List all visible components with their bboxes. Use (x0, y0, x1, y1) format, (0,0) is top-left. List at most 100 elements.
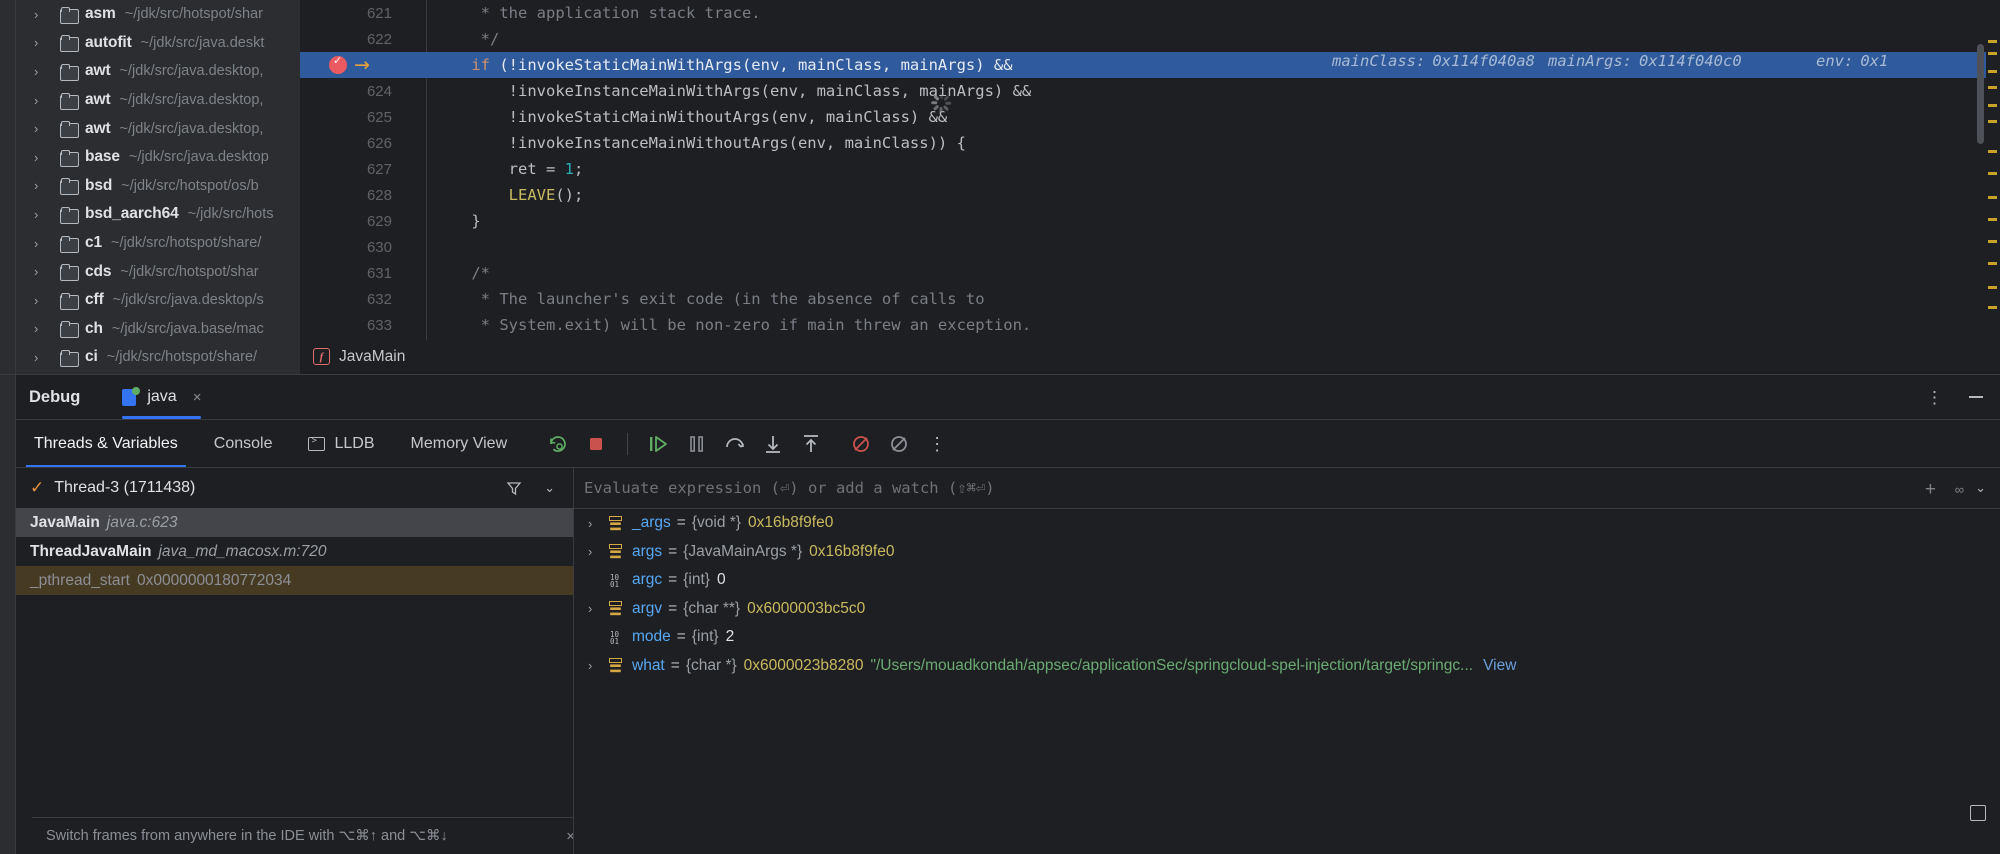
error-stripe-mark[interactable] (1988, 86, 1997, 89)
frame-row[interactable]: ThreadJavaMain java_md_macosx.m:720 (16, 537, 573, 566)
tab-memory-view[interactable]: Memory View (393, 420, 526, 468)
tab-lldb[interactable]: LLDB (290, 420, 392, 468)
code-line[interactable]: 628 LEAVE(); (300, 182, 2000, 208)
variable-row[interactable]: ›1001mode={int}2 (574, 623, 2000, 652)
chevron-right-icon[interactable]: › (34, 351, 52, 364)
error-stripe-mark[interactable] (1988, 70, 1997, 73)
chevron-right-icon[interactable]: › (34, 294, 52, 307)
project-tree[interactable]: › asm ~/jdk/src/hotspot/shar › autofit ~/jdk/… (16, 0, 300, 375)
filter-icon[interactable] (506, 480, 522, 496)
frame-row[interactable]: JavaMain java.c:623 (16, 508, 573, 537)
variable-row[interactable]: › what = {char *} 0x6000023b8280 "/Users/moua… (574, 652, 2000, 681)
code-line[interactable]: 633 * System.exit) will be non-zero if m… (300, 312, 2000, 338)
inline-hint-env[interactable]: env: 0x1 (1816, 48, 1888, 74)
tree-item[interactable]: › bsd_aarch64 ~/jdk/src/hots (16, 200, 300, 229)
error-stripe-mark[interactable] (1988, 218, 1997, 221)
more-actions-icon[interactable]: ⋮ (921, 428, 953, 460)
chevron-right-icon[interactable]: › (34, 265, 52, 278)
frames-list[interactable]: JavaMain java.c:623 ThreadJavaMain java_md_… (16, 508, 573, 595)
debug-left-stripe[interactable] (0, 375, 16, 854)
error-stripe[interactable] (1986, 0, 2000, 340)
code-line[interactable]: 627 ret = 1; (300, 156, 2000, 182)
chevron-right-icon[interactable]: › (34, 65, 52, 78)
mute-breakpoints-icon[interactable] (845, 428, 877, 460)
error-stripe-mark[interactable] (1988, 52, 1997, 55)
resume-icon[interactable] (643, 428, 675, 460)
tree-item[interactable]: › asm ~/jdk/src/hotspot/shar (16, 0, 300, 29)
error-stripe-mark[interactable] (1988, 262, 1997, 265)
chevron-right-icon[interactable]: › (588, 601, 606, 616)
tab-threads-variables[interactable]: Threads & Variables (16, 420, 196, 468)
breadcrumb[interactable]: f JavaMain (300, 340, 2000, 373)
variable-row[interactable]: ›1001argc={int}0 (574, 566, 2000, 595)
disable-breakpoints-icon[interactable] (883, 428, 915, 460)
error-stripe-mark[interactable] (1988, 306, 1997, 309)
variable-row[interactable]: › argv = {char **} 0x6000003bc5c0 (574, 595, 2000, 624)
frame-row[interactable]: _pthread_start 0x0000000180772034 (16, 566, 573, 595)
error-stripe-mark[interactable] (1988, 240, 1997, 243)
close-icon[interactable]: × (193, 389, 202, 406)
tree-item[interactable]: › bsd ~/jdk/src/hotspot/os/b (16, 172, 300, 201)
code-line[interactable]: 624 !invokeInstanceMainWithArgs(env, mai… (300, 78, 2000, 104)
code-line[interactable]: 625 !invokeStaticMainWithoutArgs(env, ma… (300, 104, 2000, 130)
code-line[interactable]: 622 */ (300, 26, 2000, 52)
code-line[interactable]: 621 * the application stack trace. (300, 0, 2000, 26)
stop-icon[interactable] (580, 428, 612, 460)
chevron-right-icon[interactable]: › (34, 322, 52, 335)
thread-selector[interactable]: Thread-3 (1711438) (54, 479, 506, 497)
error-stripe-mark[interactable] (1988, 120, 1997, 123)
step-out-icon[interactable] (795, 428, 827, 460)
step-over-icon[interactable] (719, 428, 751, 460)
tree-item[interactable]: › awt ~/jdk/src/java.desktop, (16, 57, 300, 86)
code-line[interactable]: 631 /* (300, 260, 2000, 286)
evaluate-expression-input[interactable]: Evaluate expression (⏎) or add a watch (… (574, 468, 2000, 508)
inline-hint-mainargs[interactable]: mainArgs: 0x114f040c0 (1548, 48, 1742, 74)
minimize-icon[interactable] (1968, 387, 1984, 403)
code-line[interactable]: 626 !invokeInstanceMainWithoutArgs(env, … (300, 130, 2000, 156)
tree-item[interactable]: › cds ~/jdk/src/hotspot/shar (16, 257, 300, 286)
chevron-right-icon[interactable]: › (34, 208, 52, 221)
tree-item[interactable]: › awt ~/jdk/src/java.desktop, (16, 114, 300, 143)
error-stripe-mark[interactable] (1988, 104, 1997, 107)
error-stripe-mark[interactable] (1988, 286, 1997, 289)
code-line[interactable]: 632 * The launcher's exit code (in the a… (300, 286, 2000, 312)
chevron-right-icon[interactable]: › (34, 94, 52, 107)
rerun-icon[interactable] (542, 428, 574, 460)
add-watch-icon[interactable]: + (1925, 479, 1936, 501)
error-stripe-mark[interactable] (1988, 172, 1997, 175)
tab-console[interactable]: Console (196, 420, 291, 468)
error-stripe-mark[interactable] (1988, 196, 1997, 199)
tree-item[interactable]: › autofit ~/jdk/src/java.deskt (16, 29, 300, 58)
code-line[interactable]: 630 (300, 234, 2000, 260)
chevron-right-icon[interactable]: › (34, 179, 52, 192)
chevron-down-icon[interactable]: ⌄ (1975, 480, 1986, 496)
tree-item[interactable]: › base ~/jdk/src/java.desktop (16, 143, 300, 172)
pause-icon[interactable] (681, 428, 713, 460)
code-lines[interactable]: 621 * the application stack trace. 622 */… (300, 0, 2000, 338)
left-tool-stripe[interactable] (0, 0, 16, 375)
error-stripe-mark[interactable] (1988, 40, 1997, 43)
variables-panel[interactable]: Evaluate expression (⏎) or add a watch (… (574, 468, 2000, 854)
chevron-right-icon[interactable]: › (34, 151, 52, 164)
chevron-right-icon[interactable]: › (588, 544, 606, 559)
frames-panel[interactable]: ✓ Thread-3 (1711438) ⌄ JavaMain java.c:62… (16, 468, 589, 854)
chevron-right-icon[interactable]: › (34, 122, 52, 135)
code-line-current[interactable]: → if (!invokeStaticMainWithArgs(env, mai… (300, 52, 2000, 78)
inline-hint-mainclass[interactable]: mainClass: 0x114f040a8 (1332, 48, 1535, 74)
tree-item[interactable]: › c1 ~/jdk/src/hotspot/share/ (16, 229, 300, 258)
chevron-right-icon[interactable]: › (588, 516, 606, 531)
variables-list[interactable]: › _args = {void *} 0x16b8f9fe0 › args = {JavaMai… (574, 509, 2000, 680)
tree-item[interactable]: › cff ~/jdk/src/java.desktop/s (16, 286, 300, 315)
chevron-right-icon[interactable]: › (34, 237, 52, 250)
more-options-icon[interactable]: ⋮ (1926, 388, 1944, 408)
debug-toolbar[interactable]: Threads & Variables Console LLDB Memory Vie… (16, 420, 2000, 468)
code-line[interactable]: 629 } (300, 208, 2000, 234)
editor-scrollbar[interactable] (1976, 0, 1985, 340)
tree-item[interactable]: › awt ~/jdk/src/java.desktop, (16, 86, 300, 115)
error-stripe-mark[interactable] (1988, 150, 1997, 153)
breakpoint-icon[interactable] (329, 54, 347, 74)
chevron-down-icon[interactable]: ⌄ (544, 480, 555, 496)
variable-row[interactable]: › args = {JavaMainArgs *} 0x16b8f9fe0 (574, 538, 2000, 567)
code-editor[interactable]: 621 * the application stack trace. 622 */… (300, 0, 2000, 340)
scrollbar-thumb[interactable] (1977, 44, 1984, 144)
